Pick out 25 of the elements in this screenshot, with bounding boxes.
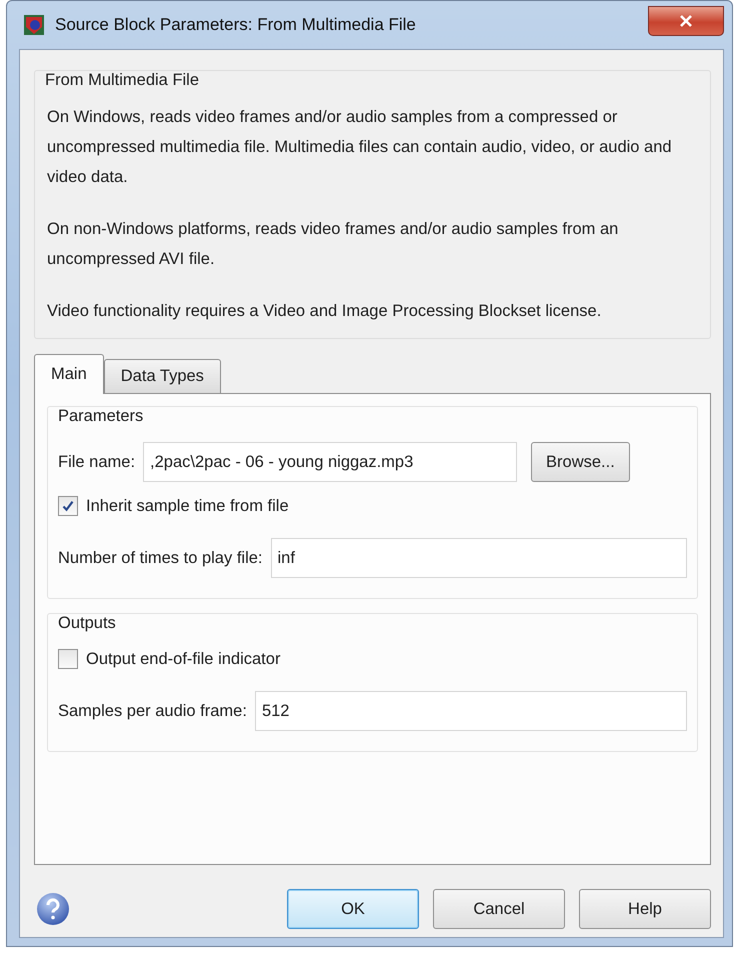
- input-field[interactable]: inf: [270, 538, 687, 578]
- dialog-button[interactable]: Help: [579, 889, 711, 929]
- checkbox[interactable]: [58, 496, 78, 516]
- description-text: On Windows, reads video frames and/or audio samples from a compressed or uncompressed multimedia file. Multimedia files can contain audio, video, or audio and video data.: [47, 107, 673, 188]
- checkbox-label: Inherit sample time from file: [86, 496, 289, 516]
- browse-button[interactable]: Browse...: [531, 442, 630, 482]
- close-button[interactable]: [648, 6, 724, 36]
- description-text: Video functionality requires a Video and Image Processing Blockset license.: [47, 301, 602, 322]
- window-title: Source Block Parameters: From Multimedia File: [55, 15, 416, 35]
- help-icon[interactable]: [36, 892, 70, 926]
- input-field[interactable]: 512: [254, 691, 687, 731]
- field-label: Samples per audio frame:: [58, 702, 247, 720]
- checkbox[interactable]: [58, 649, 78, 669]
- tab[interactable]: Data Types: [104, 359, 221, 393]
- app-icon: [23, 14, 45, 36]
- checkbox-label: Output end-of-file indicator: [86, 650, 280, 668]
- close-icon: [679, 15, 693, 27]
- field-label: Number of times to play file:: [58, 548, 262, 568]
- checkmark-icon: [61, 499, 75, 513]
- dialog-button[interactable]: OK: [287, 889, 419, 929]
- tab[interactable]: Main: [34, 354, 104, 394]
- field-label: File name:: [58, 452, 136, 472]
- dialog-button[interactable]: Cancel: [433, 889, 565, 929]
- file-name-field[interactable]: ,2pac\2pac - 06 - young niggaz.mp3: [143, 442, 518, 482]
- description-text: On non-Windows platforms, reads video frames and/or audio samples from an uncompressed AVI file.: [47, 219, 620, 270]
